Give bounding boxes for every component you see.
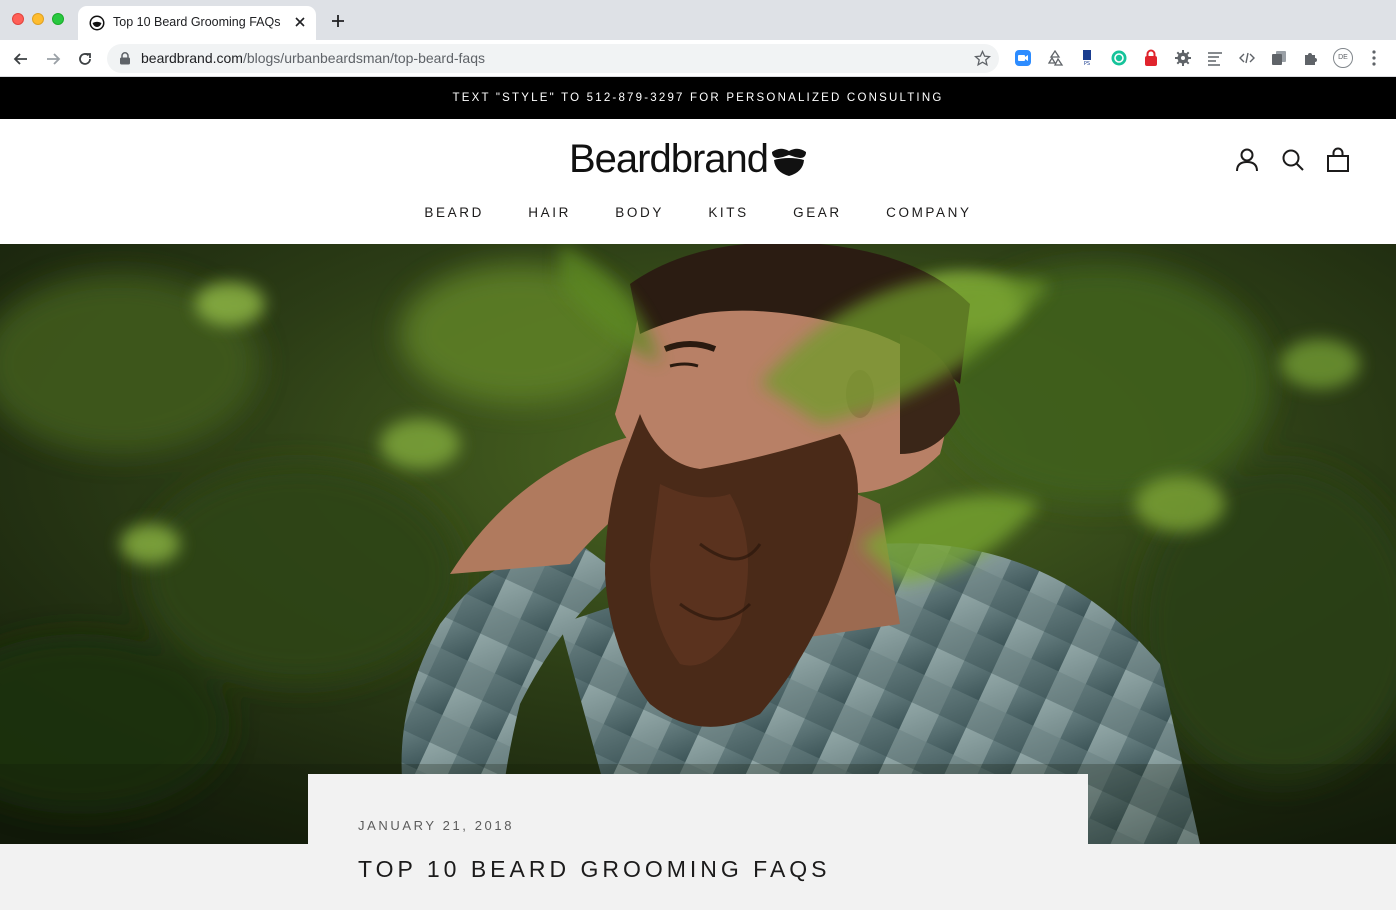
back-arrow-icon[interactable] bbox=[11, 49, 31, 69]
password-lock-icon[interactable] bbox=[1142, 49, 1160, 67]
beard-logo-icon bbox=[772, 148, 807, 176]
nav-item-company[interactable]: COMPANY bbox=[886, 205, 971, 220]
nav-item-hair[interactable]: HAIR bbox=[528, 205, 571, 220]
beardbrand-favicon-icon bbox=[89, 15, 105, 31]
site-header: Beardbrand BEARD HAIR BODY KITS GEAR COM… bbox=[0, 119, 1396, 244]
copy-icon[interactable] bbox=[1270, 49, 1288, 67]
gear-extension-icon[interactable] bbox=[1174, 49, 1192, 67]
recycle-icon[interactable] bbox=[1046, 49, 1064, 67]
forward-arrow-icon[interactable] bbox=[43, 49, 63, 69]
tab-close-icon[interactable] bbox=[292, 14, 308, 30]
article-header-card: JANUARY 21, 2018 TOP 10 BEARD GROOMING F… bbox=[308, 774, 1088, 910]
account-icon[interactable] bbox=[1234, 147, 1260, 173]
lock-icon bbox=[120, 52, 130, 65]
nav-item-body[interactable]: BODY bbox=[615, 205, 664, 220]
announcement-bar[interactable]: TEXT "STYLE" TO 512-879-3297 FOR PERSONA… bbox=[0, 77, 1396, 119]
url-text: beardbrand.com/blogs/urbanbeardsman/top-… bbox=[141, 50, 485, 66]
puzzle-icon[interactable] bbox=[1302, 49, 1320, 67]
brand-name: Beardbrand bbox=[569, 136, 769, 181]
code-icon[interactable] bbox=[1238, 49, 1256, 67]
nav-item-beard[interactable]: BEARD bbox=[424, 205, 484, 220]
reload-icon[interactable] bbox=[75, 49, 95, 69]
url-host: beardbrand.com bbox=[141, 50, 243, 66]
bookmark-star-icon[interactable] bbox=[974, 50, 991, 67]
zoom-icon[interactable] bbox=[1014, 49, 1032, 67]
svg-text:PS: PS bbox=[1084, 61, 1090, 67]
url-path: /blogs/urbanbeardsman/top-beard-faqs bbox=[242, 50, 485, 66]
grammarly-icon[interactable] bbox=[1110, 49, 1128, 67]
list-icon[interactable] bbox=[1206, 49, 1224, 67]
nav-item-gear[interactable]: GEAR bbox=[793, 205, 842, 220]
browser-tab-active[interactable]: Top 10 Beard Grooming FAQs – bbox=[78, 6, 316, 40]
profile-avatar[interactable]: DE bbox=[1333, 48, 1353, 68]
window-minimize-button[interactable] bbox=[32, 13, 44, 25]
new-tab-icon[interactable] bbox=[329, 12, 347, 30]
window-close-button[interactable] bbox=[12, 13, 24, 25]
tab-title: Top 10 Beard Grooming FAQs – bbox=[113, 15, 281, 29]
address-bar[interactable]: beardbrand.com/blogs/urbanbeardsman/top-… bbox=[107, 44, 999, 73]
nav-item-kits[interactable]: KITS bbox=[708, 205, 748, 220]
hero-image bbox=[0, 244, 1396, 844]
brand-logo[interactable]: Beardbrand bbox=[569, 137, 808, 181]
browser-toolbar: beardbrand.com/blogs/urbanbeardsman/top-… bbox=[0, 40, 1396, 77]
article-date: JANUARY 21, 2018 bbox=[358, 818, 515, 833]
browser-tab-strip: Top 10 Beard Grooming FAQs – bbox=[0, 0, 1396, 40]
bearded-man-illustration bbox=[0, 244, 1396, 844]
more-options-icon[interactable] bbox=[1369, 49, 1379, 67]
bookmark-extension-icon[interactable]: PS bbox=[1078, 49, 1096, 67]
cart-icon[interactable] bbox=[1325, 147, 1351, 173]
article-title: TOP 10 BEARD GROOMING FAQS bbox=[358, 856, 831, 882]
search-icon[interactable] bbox=[1280, 147, 1306, 173]
window-maximize-button[interactable] bbox=[52, 13, 64, 25]
main-navigation: BEARD HAIR BODY KITS GEAR COMPANY bbox=[0, 205, 1396, 220]
